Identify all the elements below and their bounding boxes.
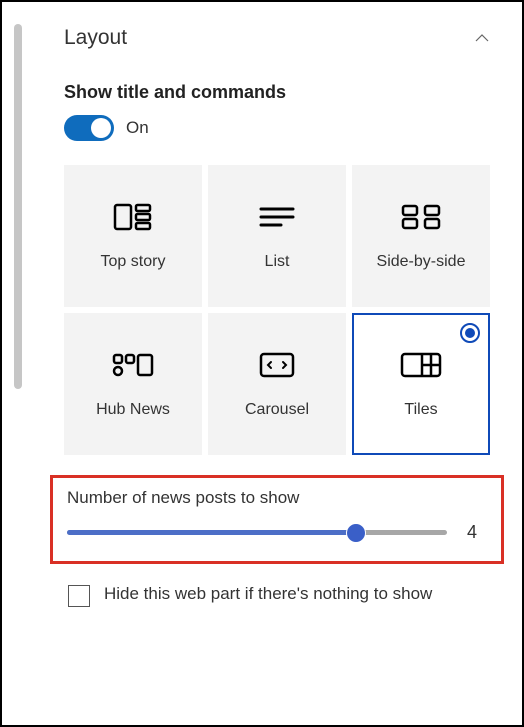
layout-options-grid: Top story List Side-by-si [64, 165, 490, 455]
layout-label: Top story [101, 253, 166, 271]
layout-label: Carousel [245, 401, 309, 419]
layout-option-hub-news[interactable]: Hub News [64, 313, 202, 455]
posts-count-slider[interactable] [67, 530, 447, 535]
section-header[interactable]: Layout [64, 26, 490, 50]
selected-radio-icon [460, 323, 480, 343]
show-title-toggle[interactable] [64, 115, 114, 141]
scrollbar[interactable] [14, 24, 22, 389]
slider-row: 4 [67, 522, 487, 543]
list-icon [253, 201, 301, 233]
chevron-up-icon [474, 30, 490, 46]
slider-fill [67, 530, 356, 535]
carousel-icon [253, 349, 301, 381]
posts-count-section: Number of news posts to show 4 [50, 475, 504, 564]
slider-value: 4 [467, 522, 487, 543]
hide-webpart-checkbox[interactable] [68, 585, 90, 607]
layout-option-top-story[interactable]: Top story [64, 165, 202, 307]
hub-news-icon [109, 349, 157, 381]
toggle-row: On [64, 115, 490, 141]
layout-label: List [265, 253, 290, 271]
slider-thumb[interactable] [346, 523, 366, 543]
layout-panel: Layout Show title and commands On Top st… [2, 2, 522, 631]
slider-label: Number of news posts to show [67, 488, 487, 508]
layout-option-tiles[interactable]: Tiles [352, 313, 490, 455]
hide-webpart-row: Hide this web part if there's nothing to… [64, 582, 490, 607]
toggle-knob [91, 118, 111, 138]
layout-option-side-by-side[interactable]: Side-by-side [352, 165, 490, 307]
layout-option-carousel[interactable]: Carousel [208, 313, 346, 455]
toggle-heading: Show title and commands [64, 82, 490, 103]
hide-webpart-label: Hide this web part if there's nothing to… [104, 582, 432, 606]
side-by-side-icon [397, 201, 445, 233]
layout-label: Side-by-side [377, 253, 466, 271]
toggle-state-label: On [126, 118, 149, 138]
layout-label: Tiles [404, 401, 437, 419]
top-story-icon [109, 201, 157, 233]
section-title: Layout [64, 26, 127, 50]
layout-label: Hub News [96, 401, 170, 419]
tiles-icon [397, 349, 445, 381]
layout-option-list[interactable]: List [208, 165, 346, 307]
